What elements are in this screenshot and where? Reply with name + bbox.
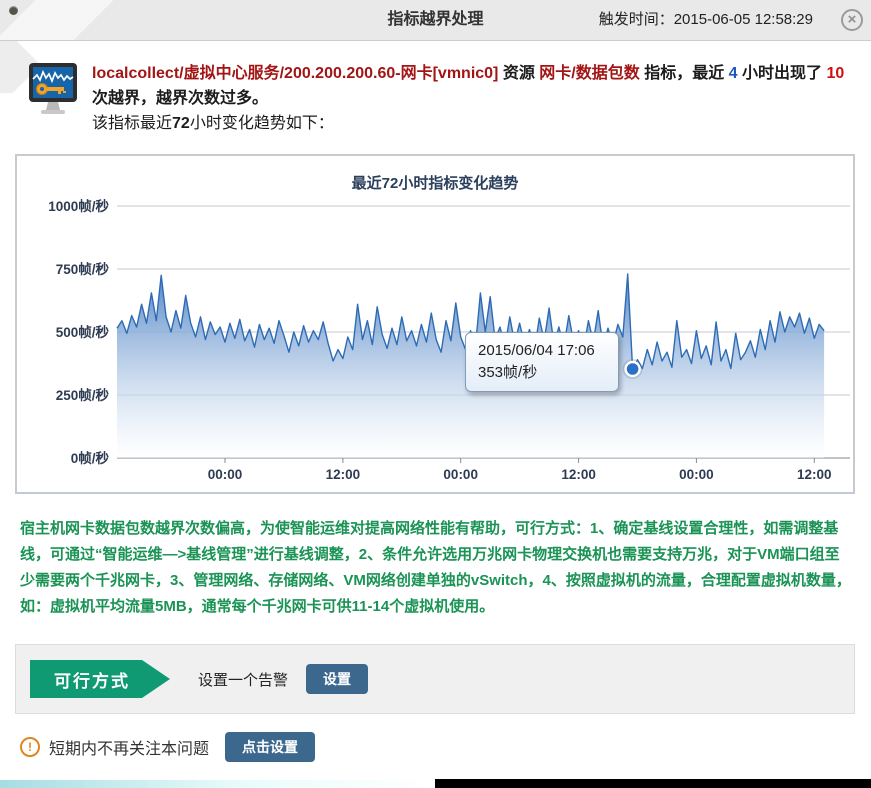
svg-text:12:00: 12:00: [326, 467, 361, 482]
feasible-way-banner: 可行方式: [30, 660, 170, 698]
svg-text:250帧/秒: 250帧/秒: [56, 387, 110, 403]
set-alarm-prompt: 设置一个告警: [198, 669, 288, 690]
ignore-note: 短期内不再关注本问题: [49, 735, 209, 759]
advice-text: 宿主机网卡数据包数越界次数偏高，为使智能运维对提高网络性能有帮助，可行方式：1、…: [20, 516, 853, 620]
svg-text:1000帧/秒: 1000帧/秒: [48, 198, 109, 214]
action-bar: 可行方式 设置一个告警 设置: [15, 644, 855, 714]
click-setup-button[interactable]: 点击设置: [225, 732, 315, 762]
alert-text: localcollect/虚拟中心服务/200.200.200.60-网卡[vm…: [92, 61, 855, 136]
chart-tooltip: 2015/06/04 17:06 353帧/秒: [465, 332, 619, 392]
trend-chart-panel: 最近72小时指标变化趋势 0帧/秒250帧/秒500帧/秒750帧/秒1000帧…: [15, 154, 855, 494]
alert-summary: localcollect/虚拟中心服务/200.200.200.60-网卡[vm…: [0, 41, 871, 136]
tooltip-value: 353帧/秒: [478, 362, 606, 384]
warning-icon: !: [20, 737, 40, 757]
resource-path: localcollect/虚拟中心服务/200.200.200.60-网卡[vm…: [92, 65, 498, 82]
svg-text:00:00: 00:00: [443, 467, 478, 482]
tooltip-marker: [627, 363, 639, 375]
alert-seg: 小时出现了: [738, 65, 827, 82]
bottom-strip-right: [435, 779, 871, 788]
metric-name: 网卡/数据包数: [539, 65, 639, 82]
alert-seg: 指标，最近: [640, 65, 729, 82]
trend-hours: 72: [172, 115, 190, 132]
trigger-time: 触发时间：2015-06-05 12:58:29: [599, 0, 813, 40]
close-button[interactable]: ×: [841, 9, 863, 31]
trend-chart: 0帧/秒 250帧/秒 500帧/秒 750帧/秒 1000帧/秒 00:00 12:00 0…: [17, 188, 855, 488]
close-icon: ×: [848, 11, 857, 28]
alert-line-2: 该指标最近72小时变化趋势如下：: [92, 111, 855, 136]
set-alarm-button[interactable]: 设置: [306, 664, 368, 694]
svg-text:00:00: 00:00: [679, 467, 714, 482]
svg-text:500帧/秒: 500帧/秒: [56, 324, 110, 340]
svg-text:750帧/秒: 750帧/秒: [56, 261, 110, 277]
alert-seg: 该指标最近: [92, 115, 172, 132]
trigger-time-label: 触发时间：: [599, 11, 674, 28]
dialog-header: 指标越界处理 触发时间：2015-06-05 12:58:29 ×: [0, 0, 871, 41]
bottom-strip-left: [0, 780, 435, 788]
svg-text:0帧/秒: 0帧/秒: [71, 450, 110, 466]
trigger-time-value: 2015-06-05 12:58:29: [674, 11, 813, 28]
svg-text:00:00: 00:00: [208, 467, 243, 482]
alert-seg: 小时变化趋势如下：: [190, 115, 334, 132]
alert-line-1: localcollect/虚拟中心服务/200.200.200.60-网卡[vm…: [92, 61, 855, 111]
svg-text:12:00: 12:00: [797, 467, 832, 482]
overrun-count: 10: [826, 65, 844, 82]
alert-seg: 资源: [498, 65, 539, 82]
monitor-metric-icon: [24, 61, 82, 136]
alert-seg: 次越界，越界次数过多。: [92, 90, 268, 107]
tooltip-time: 2015/06/04 17:06: [478, 340, 606, 362]
svg-text:12:00: 12:00: [561, 467, 596, 482]
hours-value: 4: [729, 65, 738, 82]
ignore-row: ! 短期内不再关注本问题 点击设置: [20, 732, 871, 762]
